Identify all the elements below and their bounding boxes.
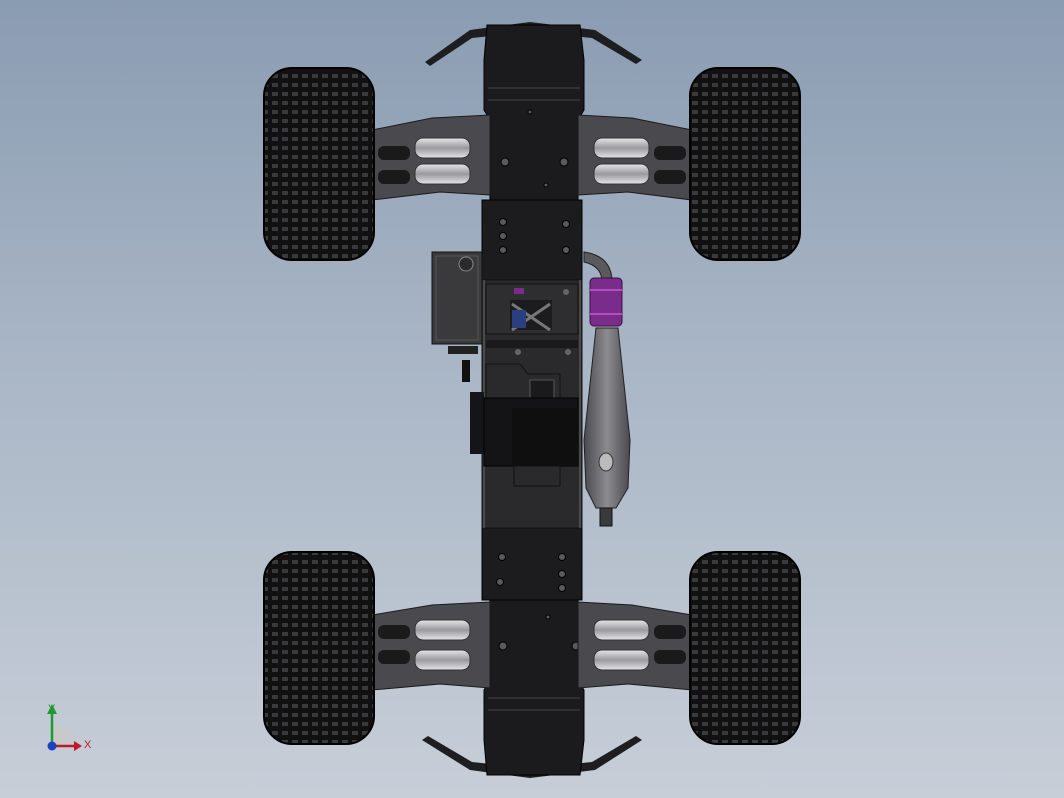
chassis-front-plate	[483, 24, 585, 201]
rear-gearbox-plate	[481, 527, 583, 601]
front-right-wheel	[689, 67, 801, 261]
exhaust-pipe	[583, 251, 631, 527]
fuel-tank	[431, 251, 483, 382]
axis-x-label: X	[84, 739, 92, 751]
rear-left-arm	[371, 601, 491, 691]
rear-left-wheel	[263, 551, 375, 745]
front-left-arm	[371, 114, 491, 201]
axis-triad-arc	[52, 724, 74, 746]
rear-right-arm	[577, 601, 693, 691]
front-left-wheel	[263, 67, 375, 261]
rc-chassis-model[interactable]: X Y	[0, 0, 1064, 798]
engine-head	[485, 283, 579, 355]
cad-viewport[interactable]: X Y	[0, 0, 1064, 798]
axis-x-arrow	[74, 741, 82, 751]
axis-y-label: Y	[48, 703, 56, 715]
chassis-rear-plate	[483, 599, 585, 776]
front-right-arm	[577, 114, 693, 201]
axis-z-dot	[47, 741, 57, 751]
rear-right-wheel	[689, 551, 801, 745]
front-gearbox-plate	[481, 199, 583, 281]
axis-triad: X Y	[47, 703, 92, 751]
